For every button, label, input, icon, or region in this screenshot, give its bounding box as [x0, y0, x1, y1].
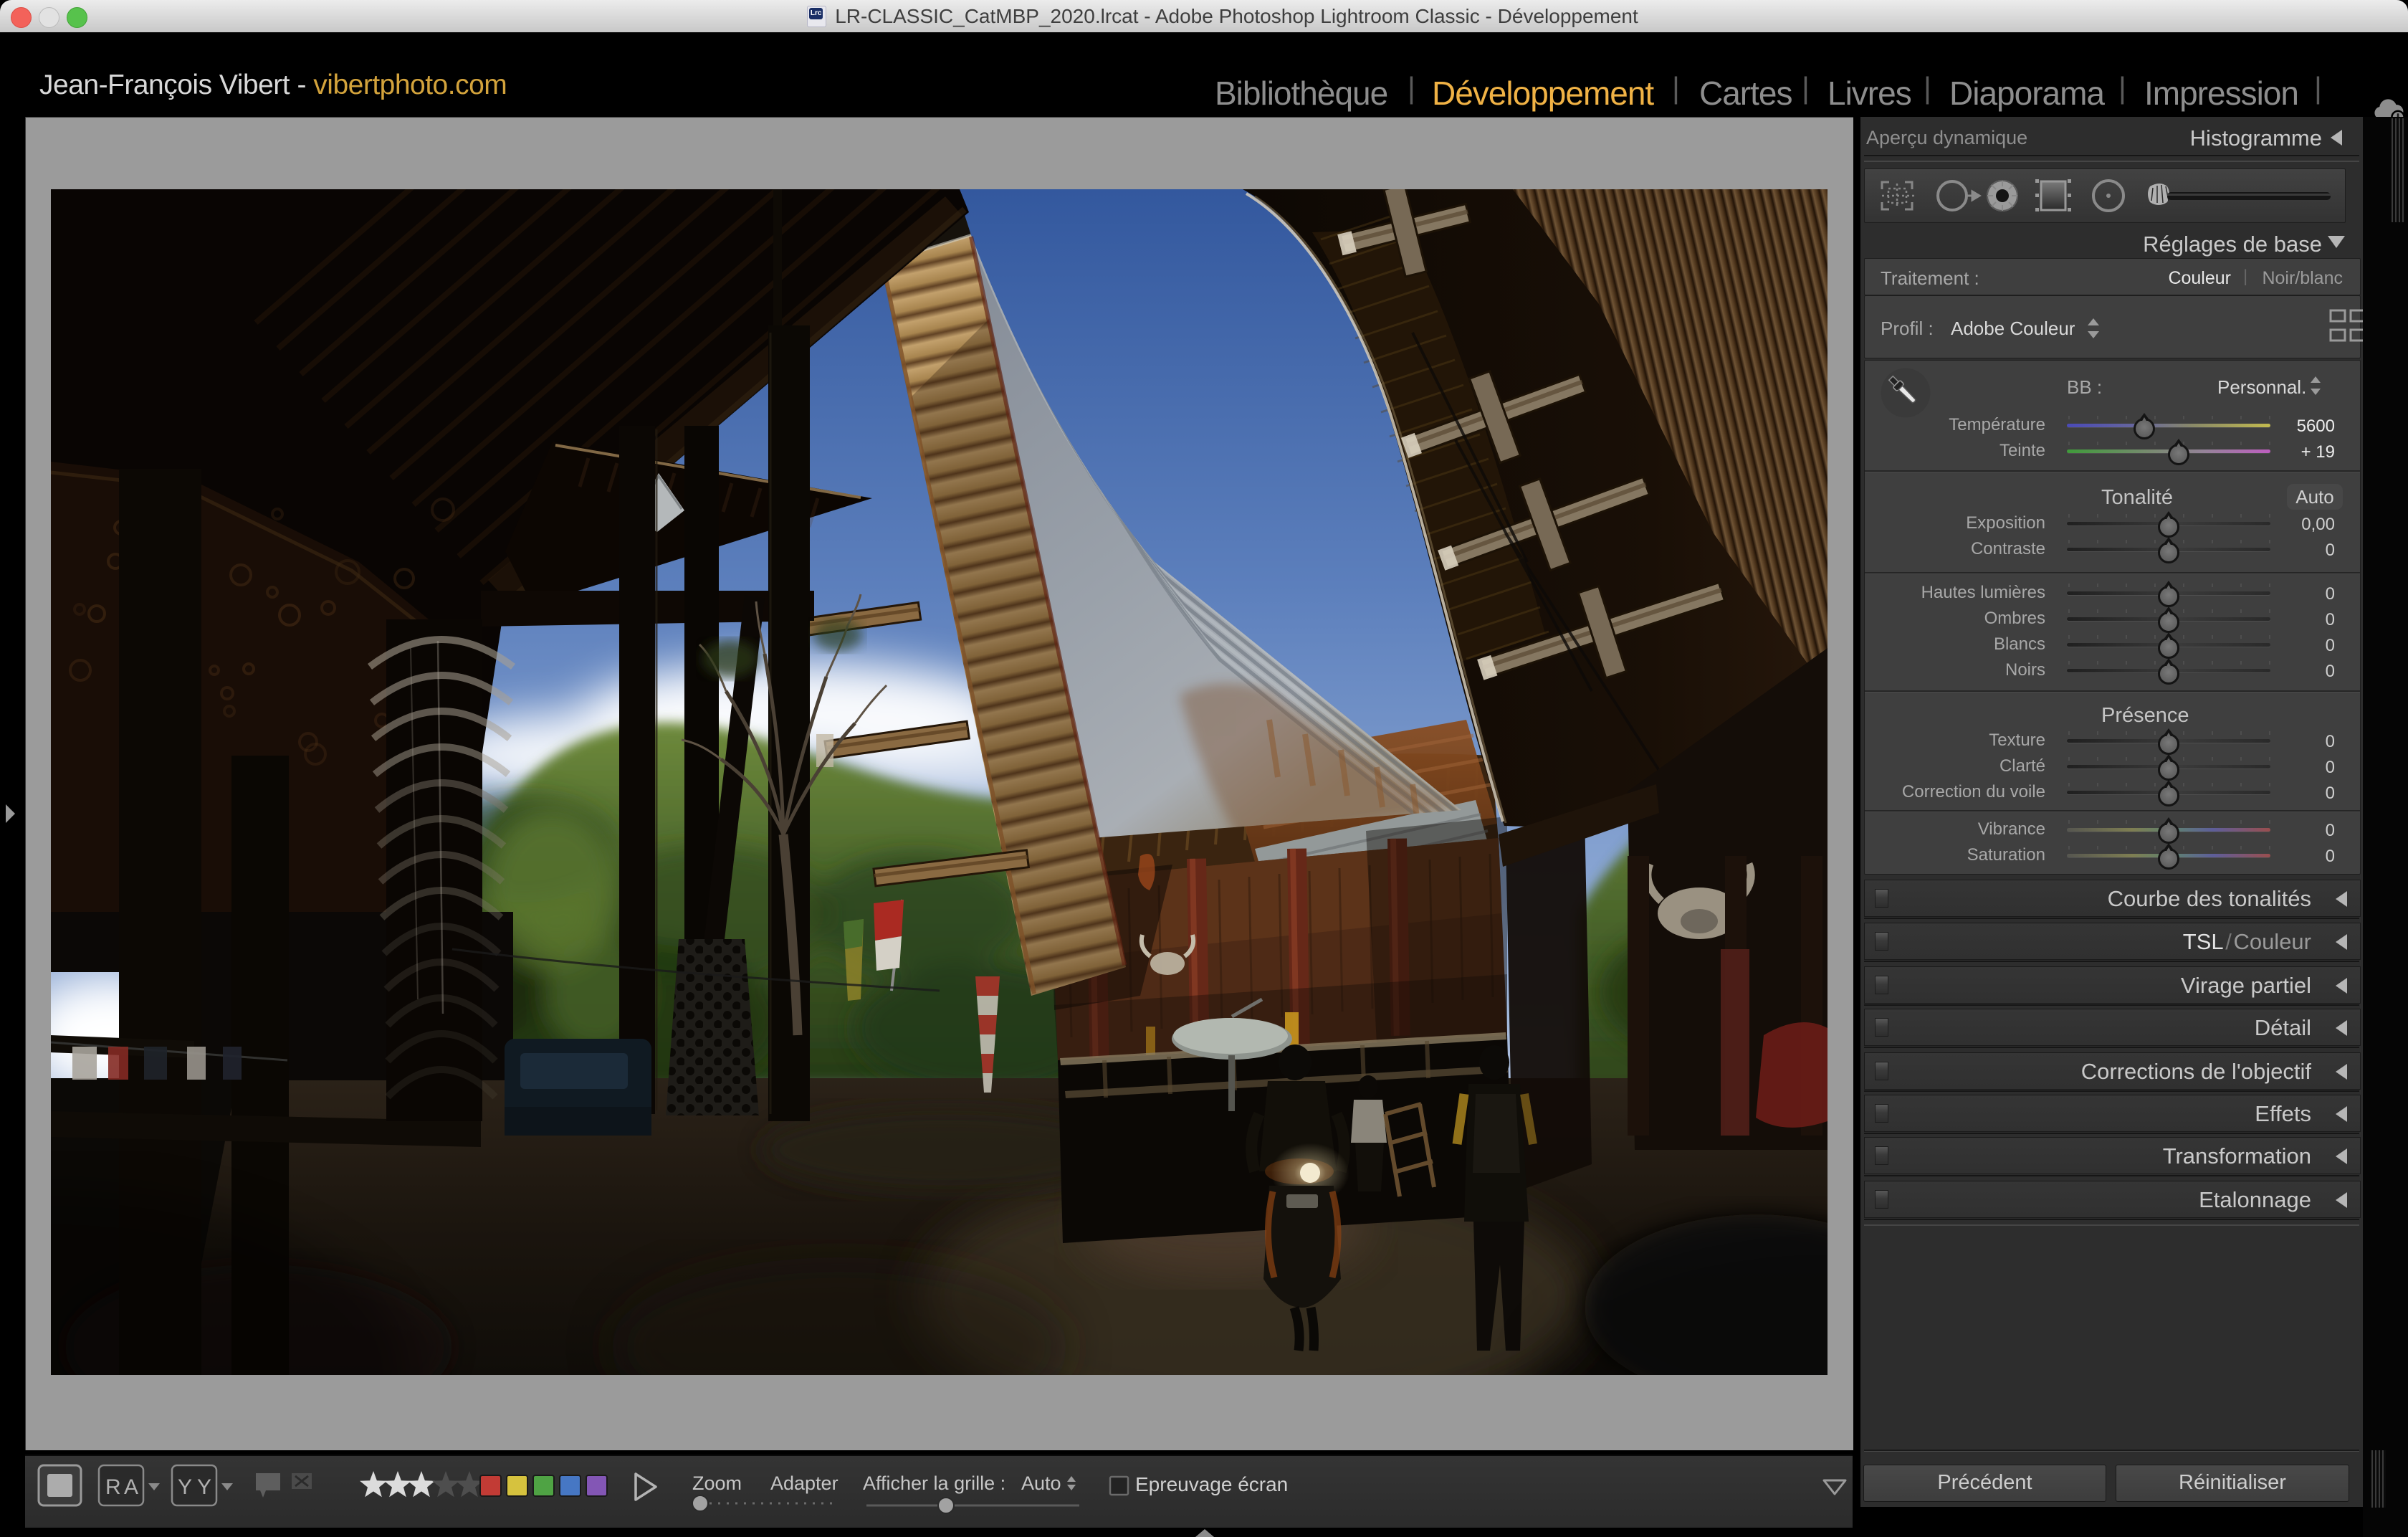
svg-text:Epreuvage écran: Epreuvage écran — [1135, 1473, 1288, 1495]
svg-text:Y: Y — [178, 1475, 192, 1499]
svg-text:Zoom: Zoom — [692, 1472, 742, 1494]
svg-text:Adapter: Adapter — [770, 1472, 838, 1494]
svg-text:A: A — [124, 1475, 138, 1499]
svg-text:Auto: Auto — [1021, 1472, 1061, 1494]
svg-text:Y: Y — [197, 1475, 211, 1499]
svg-text:Afficher la grille :: Afficher la grille : — [863, 1472, 1005, 1494]
svg-text:R: R — [105, 1475, 121, 1499]
